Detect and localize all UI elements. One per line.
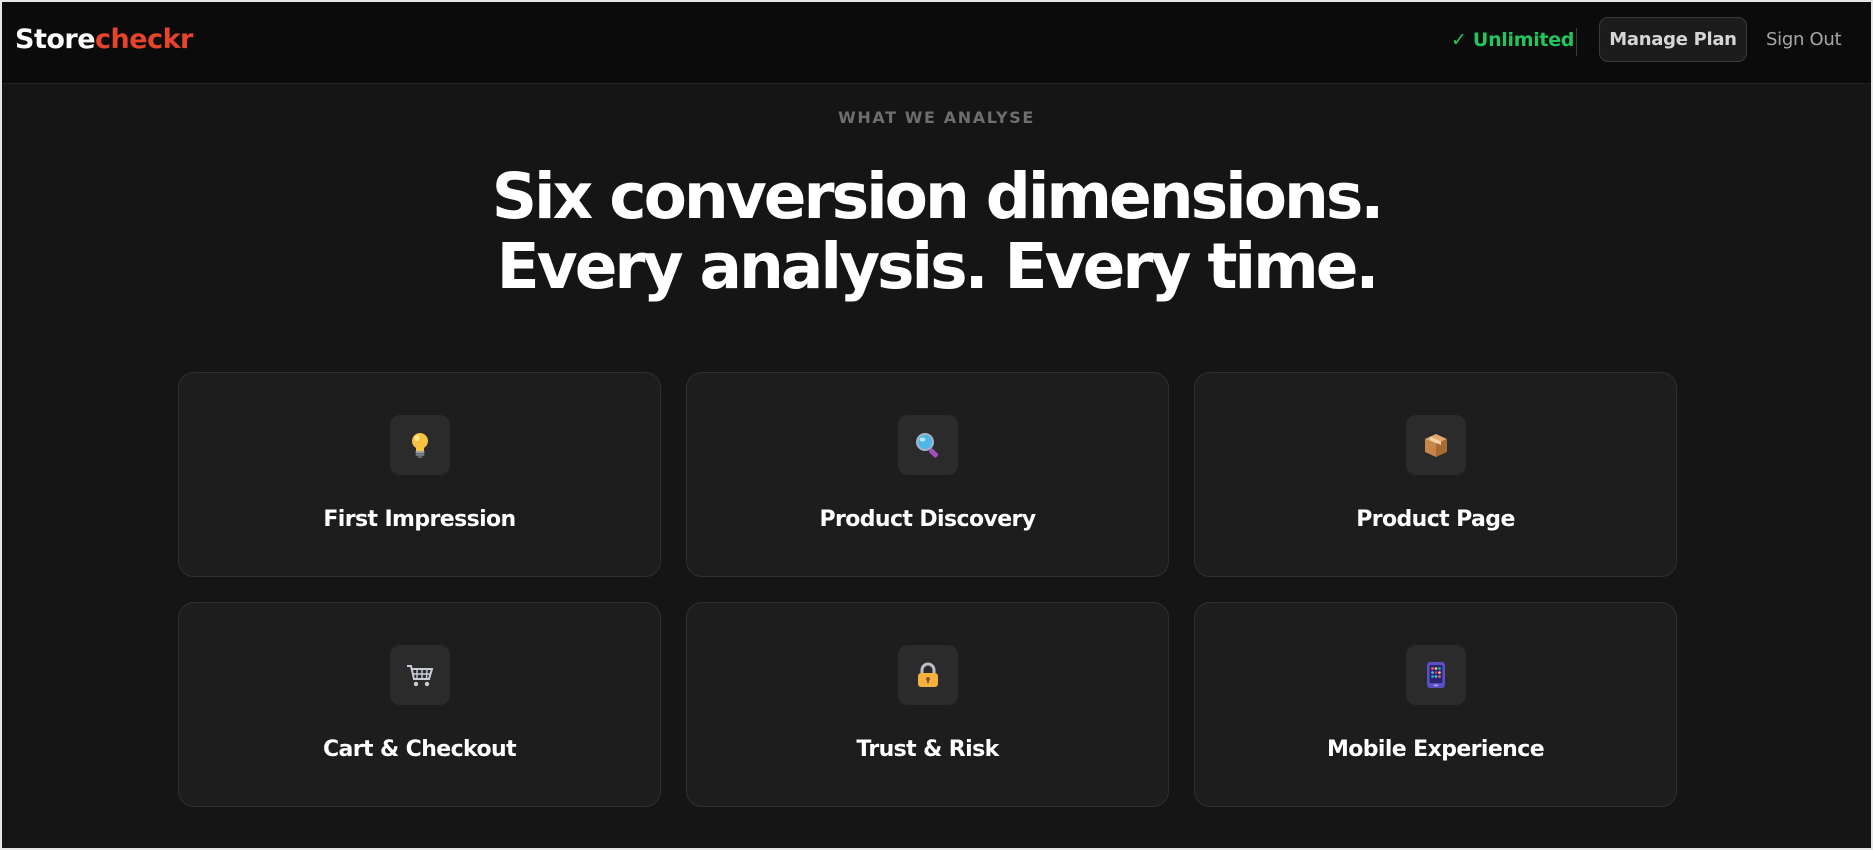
shopping-cart-icon [406, 665, 433, 687]
dimension-card-first-impression[interactable]: First Impression [178, 372, 661, 577]
lightbulb-icon [411, 433, 428, 458]
card-icon-tile [1405, 415, 1466, 475]
mobile-phone-icon [1426, 662, 1445, 688]
package-icon [1424, 434, 1447, 457]
section-headline: Six conversion dimensions. Every analysi… [2, 162, 1871, 302]
card-icon-tile [897, 415, 958, 475]
card-label: Product Page [1356, 507, 1515, 532]
top-navigation-bar: Storecheckr ✓ Unlimited Manage Plan Sign… [2, 2, 1871, 84]
logo-text-checkr: checkr [95, 24, 193, 55]
dimensions-grid: First Impression Product Discovery Produ… [178, 372, 1678, 807]
card-icon-tile [389, 415, 450, 475]
page: Storecheckr ✓ Unlimited Manage Plan Sign… [0, 0, 1873, 850]
card-icon-tile [897, 645, 958, 705]
card-icon-tile [389, 645, 450, 705]
card-icon-tile [1405, 645, 1466, 705]
dimension-card-trust-risk[interactable]: Trust & Risk [686, 602, 1169, 807]
dimension-card-product-page[interactable]: Product Page [1194, 372, 1677, 577]
headline-line-1: Six conversion dimensions. [491, 160, 1385, 233]
headline-line-2: Every analysis. Every time. [496, 230, 1380, 303]
card-label: Cart & Checkout [323, 737, 517, 762]
sign-out-link[interactable]: Sign Out [1766, 29, 1842, 50]
card-label: Product Discovery [819, 507, 1036, 532]
manage-plan-button[interactable]: Manage Plan [1599, 17, 1747, 62]
card-label: First Impression [323, 507, 516, 532]
plan-status-badge: ✓ Unlimited [1451, 29, 1575, 51]
dimension-card-product-discovery[interactable]: Product Discovery [686, 372, 1169, 577]
dimension-card-cart-checkout[interactable]: Cart & Checkout [178, 602, 661, 807]
nav-divider [1576, 28, 1577, 56]
card-label: Mobile Experience [1326, 737, 1545, 762]
dimension-card-mobile-experience[interactable]: Mobile Experience [1194, 602, 1677, 807]
lock-icon [917, 662, 938, 687]
storecheckr-logo[interactable]: Storecheckr [15, 24, 193, 55]
logo-text-store: Store [15, 24, 96, 55]
card-label: Trust & Risk [856, 737, 999, 762]
section-eyebrow: WHAT WE ANALYSE [838, 108, 1035, 127]
magnifier-icon [915, 433, 938, 458]
